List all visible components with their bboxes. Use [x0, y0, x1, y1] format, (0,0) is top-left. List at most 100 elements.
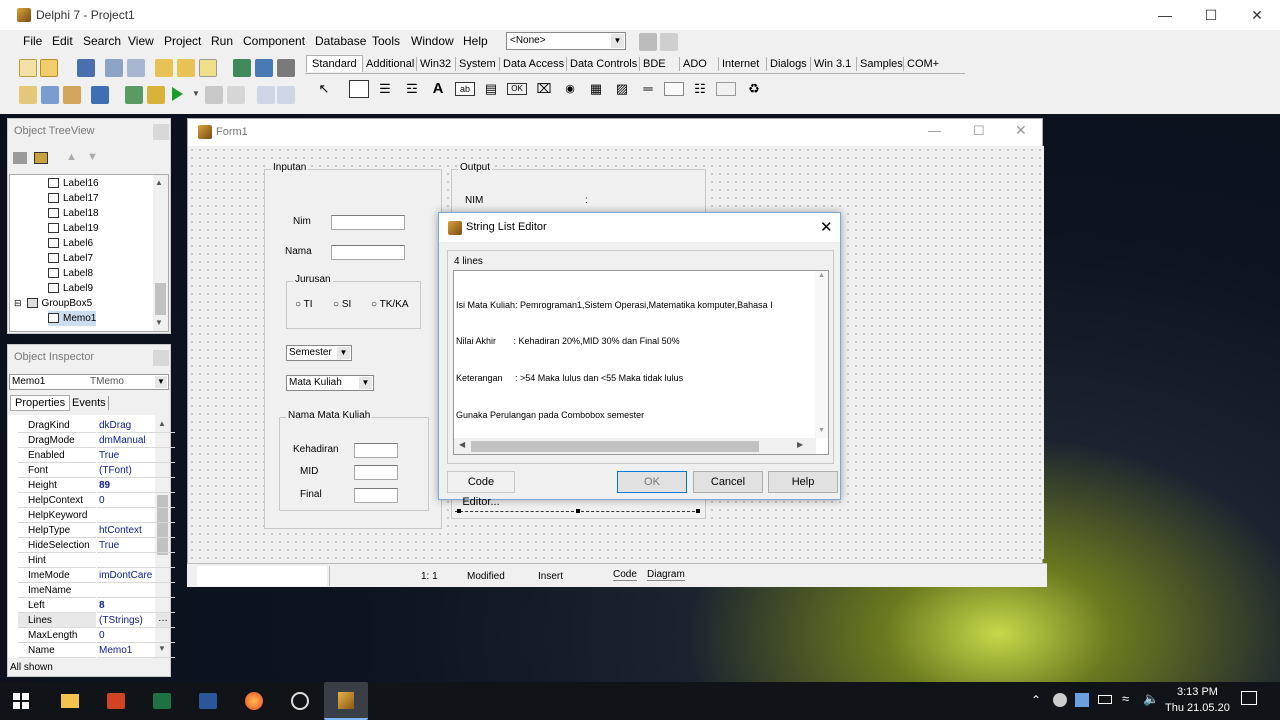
add-file-icon[interactable]	[155, 59, 173, 77]
property-row[interactable]: DragMode dmManual	[16, 433, 176, 448]
tab-win32[interactable]: Win32	[416, 57, 454, 71]
minimize-button[interactable]: —	[1142, 0, 1188, 30]
tree-item[interactable]: Label17	[48, 191, 99, 206]
menu-view[interactable]: View	[128, 34, 154, 48]
property-row[interactable]: ImeName	[16, 583, 176, 598]
step-over-icon[interactable]	[277, 86, 295, 104]
menu-file[interactable]: File	[23, 34, 42, 48]
volume-icon[interactable]: 🔈	[1143, 691, 1159, 707]
groupbox-inputan[interactable]: Inputan Nim Nama Jurusan ○ TI ○ SI ○ TK/…	[264, 162, 442, 529]
tab-dialogs[interactable]: Dialogs	[766, 57, 810, 71]
chevron-up-icon[interactable]: ⌃	[1031, 693, 1041, 707]
property-value[interactable]: 0	[97, 493, 175, 508]
radio-ti[interactable]: ○ TI	[295, 299, 313, 310]
tree-item[interactable]: Label18	[48, 206, 99, 221]
trace-into-icon[interactable]	[257, 86, 275, 104]
battery-icon[interactable]	[1098, 695, 1112, 704]
groupbox-jurusan[interactable]: Jurusan ○ TI ○ SI ○ TK/KA	[286, 274, 421, 329]
actionlist-icon[interactable]: ♻	[744, 80, 764, 98]
property-row[interactable]: Name Memo1	[16, 643, 176, 658]
selection-handle[interactable]	[576, 509, 580, 513]
tree-item[interactable]: Label8	[48, 266, 93, 281]
app-icon[interactable]	[285, 687, 315, 715]
arrow-up-icon[interactable]: ▲	[66, 151, 77, 163]
pause-icon[interactable]	[205, 86, 223, 104]
nim-input[interactable]	[331, 215, 405, 230]
mainmenu-icon[interactable]: ☰	[375, 80, 395, 98]
menu-run[interactable]: Run	[211, 34, 233, 48]
clock-time[interactable]: 3:13 PM	[1177, 686, 1218, 698]
memo-hscroll[interactable]: ◀ ▶	[454, 438, 816, 454]
tab-system[interactable]: System	[455, 57, 499, 71]
tab-ado[interactable]: ADO	[679, 57, 710, 71]
property-value[interactable]: (TFont)	[97, 463, 175, 478]
help-icon[interactable]	[199, 59, 217, 77]
tab-complus[interactable]: COM+	[903, 57, 942, 71]
property-value[interactable]	[97, 583, 175, 598]
scroll-down-icon[interactable]: ▼	[155, 318, 163, 327]
tab-code[interactable]: Code	[613, 569, 637, 581]
edit-icon[interactable]: ab	[455, 82, 475, 96]
file-explorer-icon[interactable]	[55, 687, 85, 715]
property-value[interactable]: dkDrag	[97, 418, 175, 433]
menu-component[interactable]: Component	[243, 34, 305, 48]
clock-date[interactable]: Thu 21.05.20	[1165, 702, 1230, 714]
toolbar-icon[interactable]	[147, 86, 165, 104]
run-icon[interactable]	[172, 87, 183, 101]
minimize-button[interactable]: —	[928, 123, 941, 138]
popupmenu-icon[interactable]: ☲	[402, 80, 422, 98]
new-icon[interactable]	[19, 59, 37, 77]
open-icon[interactable]	[40, 59, 58, 77]
combobox-icon[interactable]: ▨	[612, 80, 632, 98]
tree-item[interactable]: Label19	[48, 221, 99, 236]
tab-internet[interactable]: Internet	[718, 57, 762, 71]
menu-project[interactable]: Project	[164, 34, 201, 48]
button-icon[interactable]: OK	[507, 83, 527, 95]
radiobutton-icon[interactable]: ◉	[560, 80, 580, 98]
open-project-icon[interactable]	[127, 59, 145, 77]
frames-icon[interactable]	[349, 80, 369, 98]
property-value[interactable]	[97, 553, 175, 568]
kehadiran-input[interactable]	[354, 443, 398, 458]
scroll-up-icon[interactable]: ▲	[818, 272, 825, 279]
help-button[interactable]: Help	[768, 471, 838, 493]
scrollbar-icon[interactable]: ═	[638, 80, 658, 98]
tree-item[interactable]: Label16	[48, 176, 99, 191]
code-editor-button[interactable]: Code Editor...	[447, 471, 515, 508]
maximize-button[interactable]: ☐	[973, 123, 985, 139]
tab-data-access[interactable]: Data Access	[499, 57, 567, 71]
property-row[interactable]: HelpContext 0	[16, 493, 176, 508]
property-row[interactable]: Hint	[16, 553, 176, 568]
toolbar-icon[interactable]	[639, 33, 657, 51]
checkbox-icon[interactable]: ⌧	[534, 80, 554, 98]
property-row[interactable]: HideSelection True	[16, 538, 176, 553]
radio-si[interactable]: ○ SI	[333, 299, 351, 310]
property-row[interactable]: Font (TFont)	[16, 463, 176, 478]
final-input[interactable]	[354, 488, 398, 503]
menu-help[interactable]: Help	[463, 34, 488, 48]
tab-samples[interactable]: Samples	[856, 57, 906, 71]
nama-input[interactable]	[331, 245, 405, 260]
property-value[interactable]: 0	[97, 628, 175, 643]
delete-item-icon[interactable]	[34, 152, 48, 164]
cancel-button[interactable]: Cancel	[693, 471, 763, 493]
object-selector[interactable]: Memo1 TMemo ▼	[9, 374, 169, 390]
network-icon[interactable]: ≈	[1122, 691, 1129, 706]
ok-button[interactable]: OK	[617, 471, 687, 493]
radiogroup-icon[interactable]: ☷	[690, 80, 710, 98]
maximize-button[interactable]: ☐	[1188, 0, 1234, 30]
toolbar-icon[interactable]	[660, 33, 678, 51]
close-icon[interactable]: ✕	[820, 218, 833, 236]
scroll-thumb[interactable]	[155, 283, 166, 315]
collapse-icon[interactable]: ⊟	[14, 298, 22, 308]
tab-data-controls[interactable]: Data Controls	[566, 57, 640, 71]
arrow-down-icon[interactable]: ▼	[87, 151, 98, 163]
save-all-icon[interactable]	[105, 59, 123, 77]
label-icon[interactable]: A	[428, 80, 448, 98]
property-row[interactable]: MaxLength 0	[16, 628, 176, 643]
close-icon[interactable]	[153, 350, 169, 366]
tab-standard[interactable]: Standard	[306, 55, 363, 72]
scroll-down-icon[interactable]: ▼	[818, 427, 825, 434]
ellipsis-button[interactable]: …	[156, 613, 170, 627]
view-form-icon[interactable]	[41, 86, 59, 104]
